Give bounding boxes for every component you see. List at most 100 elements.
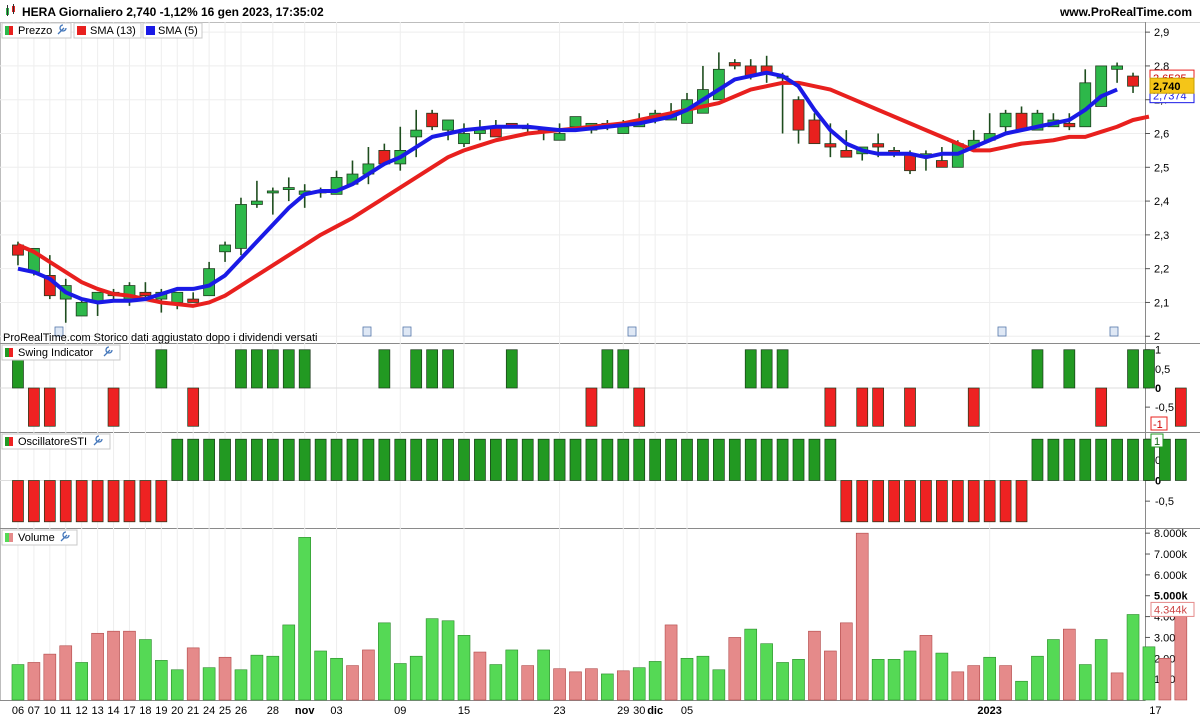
- candle-body: [712, 68, 725, 101]
- sti-swatch-icon: [5, 437, 9, 446]
- sti-bar: [298, 438, 311, 481]
- candle-body: [617, 126, 630, 134]
- dividend-icon[interactable]: [997, 326, 1007, 337]
- sti-bar: [394, 438, 407, 481]
- sma13-legend-label: SMA (13): [90, 25, 136, 37]
- chart-canvas: 10 11 12 13 14 1517 18 19 20 21 2324 25 26 28 29 30 2023…: [0, 22, 1200, 717]
- volume-bar: [107, 630, 120, 701]
- volume-bar: [234, 669, 248, 701]
- swing-legend-label: Swing Indicator: [18, 347, 94, 359]
- volume-bar: [346, 665, 359, 701]
- sti-legend-label: OscillatoreSTI: [18, 436, 87, 448]
- price-y-tick-label: 2,6: [1154, 129, 1169, 141]
- dividend-note: ProRealTime.com Storico dati aggiustato …: [3, 332, 317, 344]
- swing-bar: [1174, 387, 1187, 427]
- swing-bar: [1127, 349, 1139, 389]
- volume-y-tick-label: 7.000k: [1154, 549, 1188, 561]
- sti-bar: [12, 480, 24, 523]
- volume-bar: [680, 657, 694, 701]
- swing-bar: [155, 349, 168, 389]
- x-tick-label: 15: [458, 705, 470, 717]
- volume-bar: [776, 662, 789, 701]
- swing-bar: [251, 349, 263, 389]
- volume-bar: [11, 664, 25, 701]
- sma13-line: [17, 80, 1150, 308]
- dividend-icon[interactable]: [362, 326, 372, 337]
- x-tick-label: 25: [219, 705, 231, 717]
- sti-bar: [426, 438, 438, 481]
- candle-body: [808, 119, 821, 145]
- x-tick-label: 19: [155, 705, 167, 717]
- candle-body: [426, 112, 439, 128]
- swing-bar: [633, 387, 646, 427]
- volume-bar: [632, 667, 646, 701]
- sti-bar: [824, 438, 837, 481]
- swing-bar: [967, 387, 980, 427]
- sti-bar: [139, 480, 152, 523]
- sma5-swatch-icon: [146, 26, 155, 35]
- volume-bar: [712, 669, 726, 701]
- price-y-tick-label: 2,4: [1154, 196, 1169, 208]
- swing-y-tick-label: -0,5: [1155, 402, 1174, 414]
- x-tick-label: 05: [681, 705, 693, 717]
- volume-bar: [250, 654, 264, 701]
- swing-bar: [776, 349, 789, 389]
- price-y-tick-label: 2,1: [1154, 297, 1169, 309]
- candle-body: [458, 133, 470, 145]
- sti-bar: [1095, 438, 1108, 481]
- sti-bar: [617, 438, 630, 481]
- volume-bar: [967, 665, 981, 701]
- sti-bar: [187, 438, 200, 481]
- candle-body: [75, 302, 88, 317]
- dividend-icon[interactable]: [627, 326, 637, 337]
- sti-swatch-icon: [9, 437, 13, 446]
- sti-bar: [505, 438, 518, 481]
- price-y-tick-label: 2,9: [1154, 27, 1169, 39]
- sti-bar: [872, 480, 885, 523]
- volume-bar: [696, 655, 710, 701]
- candle-body: [999, 112, 1012, 128]
- x-tick-label: 20: [171, 705, 183, 717]
- volume-bar: [983, 656, 996, 701]
- price-y-tick-label: 2,3: [1154, 230, 1169, 242]
- x-tick-label: 29: [617, 705, 629, 717]
- sti-bar: [346, 438, 359, 481]
- volume-bar: [855, 532, 869, 701]
- volume-bar: [999, 665, 1012, 701]
- volume-y-tick-label: 8.000k: [1154, 528, 1188, 540]
- volume-bar: [601, 673, 614, 701]
- sti-bar: [951, 480, 964, 523]
- sti-bar: [362, 438, 375, 481]
- swing-swatch-icon: [5, 348, 9, 357]
- sti-bar: [649, 438, 661, 481]
- sti-bar: [314, 438, 327, 481]
- volume-bar: [648, 661, 662, 701]
- price-swatch-icon: [9, 26, 13, 35]
- sti-bar: [330, 438, 343, 481]
- volume-bar: [808, 630, 821, 701]
- candle-body: [219, 244, 231, 253]
- volume-bar: [393, 663, 407, 701]
- volume-bar: [569, 671, 582, 701]
- sti-bar: [936, 480, 948, 523]
- sti-bar: [537, 438, 550, 481]
- sti-bar: [760, 438, 773, 481]
- dividend-icon[interactable]: [402, 326, 412, 337]
- swing-bar: [282, 349, 295, 389]
- sti-bar: [601, 438, 614, 481]
- volume-bar: [186, 647, 200, 701]
- x-tick-label: 17: [1149, 705, 1161, 717]
- x-tick-label: 13: [91, 705, 103, 717]
- candle-body: [282, 187, 295, 190]
- sti-bar: [107, 480, 120, 523]
- sti-bar: [1111, 438, 1123, 481]
- sti-bar: [681, 438, 693, 481]
- x-tick-label: 06: [12, 705, 24, 717]
- volume-bar: [760, 643, 773, 701]
- sti-bar: [888, 480, 900, 523]
- dividend-icon[interactable]: [1109, 326, 1119, 337]
- sti-bar: [442, 438, 454, 481]
- sti-bar: [585, 438, 598, 481]
- volume-bar: [59, 645, 73, 701]
- sti-bar: [697, 438, 709, 481]
